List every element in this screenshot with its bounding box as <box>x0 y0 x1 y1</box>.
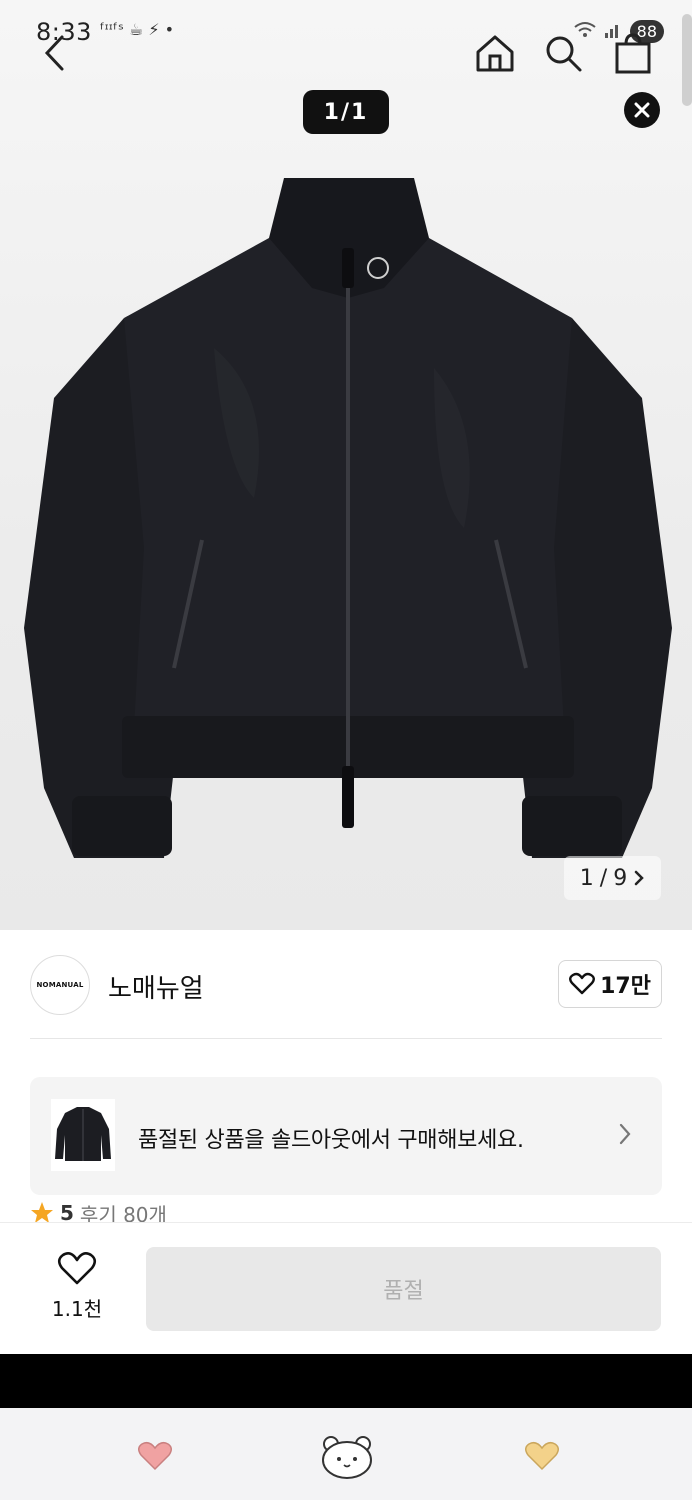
brand-name[interactable]: 노매뉴얼 <box>108 968 204 1005</box>
page-total: 9 <box>613 865 628 891</box>
page-current: 1 <box>579 865 594 891</box>
image-page-indicator[interactable]: 1 / 9 <box>564 856 661 900</box>
image-viewer-counter: 1/1 <box>303 90 389 134</box>
bag-icon <box>615 33 651 74</box>
divider <box>30 1038 662 1039</box>
search-icon <box>546 36 582 72</box>
close-icon <box>634 102 650 118</box>
tab-right[interactable] <box>514 1430 570 1482</box>
heart-outline-icon <box>57 1252 97 1285</box>
banner-message: 품절된 상품을 솔드아웃에서 구매해보세요. <box>138 1128 524 1153</box>
product-image[interactable] <box>14 168 682 868</box>
keyboard-gap <box>0 1354 692 1408</box>
tab-left[interactable] <box>127 1430 183 1482</box>
wishlist-button[interactable]: 1.1천 <box>40 1251 114 1325</box>
brand-logo-text: NOMANUAL <box>36 981 84 989</box>
chevron-right-icon <box>619 1123 631 1145</box>
bear-face-icon <box>322 1436 372 1479</box>
tab-center[interactable] <box>319 1430 375 1482</box>
bottom-action-bar: 1.1천 품절 <box>0 1222 692 1354</box>
home-button[interactable] <box>470 28 520 78</box>
heart-outline-icon <box>569 972 596 995</box>
wishlist-count: 1.1천 <box>51 1297 103 1321</box>
cart-button[interactable] <box>608 28 658 78</box>
back-button[interactable] <box>30 28 80 78</box>
chevron-left-icon <box>44 35 64 71</box>
chevron-right-icon <box>634 870 644 886</box>
soldout-button[interactable]: 품절 <box>146 1247 661 1331</box>
brand-like-button[interactable]: 17만 <box>558 960 662 1008</box>
search-button[interactable] <box>538 28 588 78</box>
page-scrollbar[interactable] <box>682 14 692 106</box>
bottom-tab-bar <box>0 1408 692 1500</box>
top-nav <box>0 28 692 88</box>
brand-logo[interactable]: NOMANUAL <box>30 955 90 1015</box>
brand-row: NOMANUAL 노매뉴얼 17만 <box>30 955 662 1015</box>
product-gallery[interactable]: 8:33 ᶠᶦᶦᶠˢ ☕ ⚡ • 88 1/1 1 / 9 <box>0 0 692 930</box>
banner-product-thumbnail <box>51 1099 115 1171</box>
soldout-marketplace-banner[interactable]: 품절된 상품을 솔드아웃에서 구매해보세요. <box>30 1077 662 1195</box>
heart-yellow-icon <box>525 1441 559 1471</box>
heart-pink-icon <box>138 1441 172 1471</box>
home-icon <box>476 35 514 72</box>
page-separator: / <box>599 865 608 891</box>
brand-like-count: 17만 <box>600 974 651 999</box>
close-viewer-button[interactable] <box>624 92 660 128</box>
